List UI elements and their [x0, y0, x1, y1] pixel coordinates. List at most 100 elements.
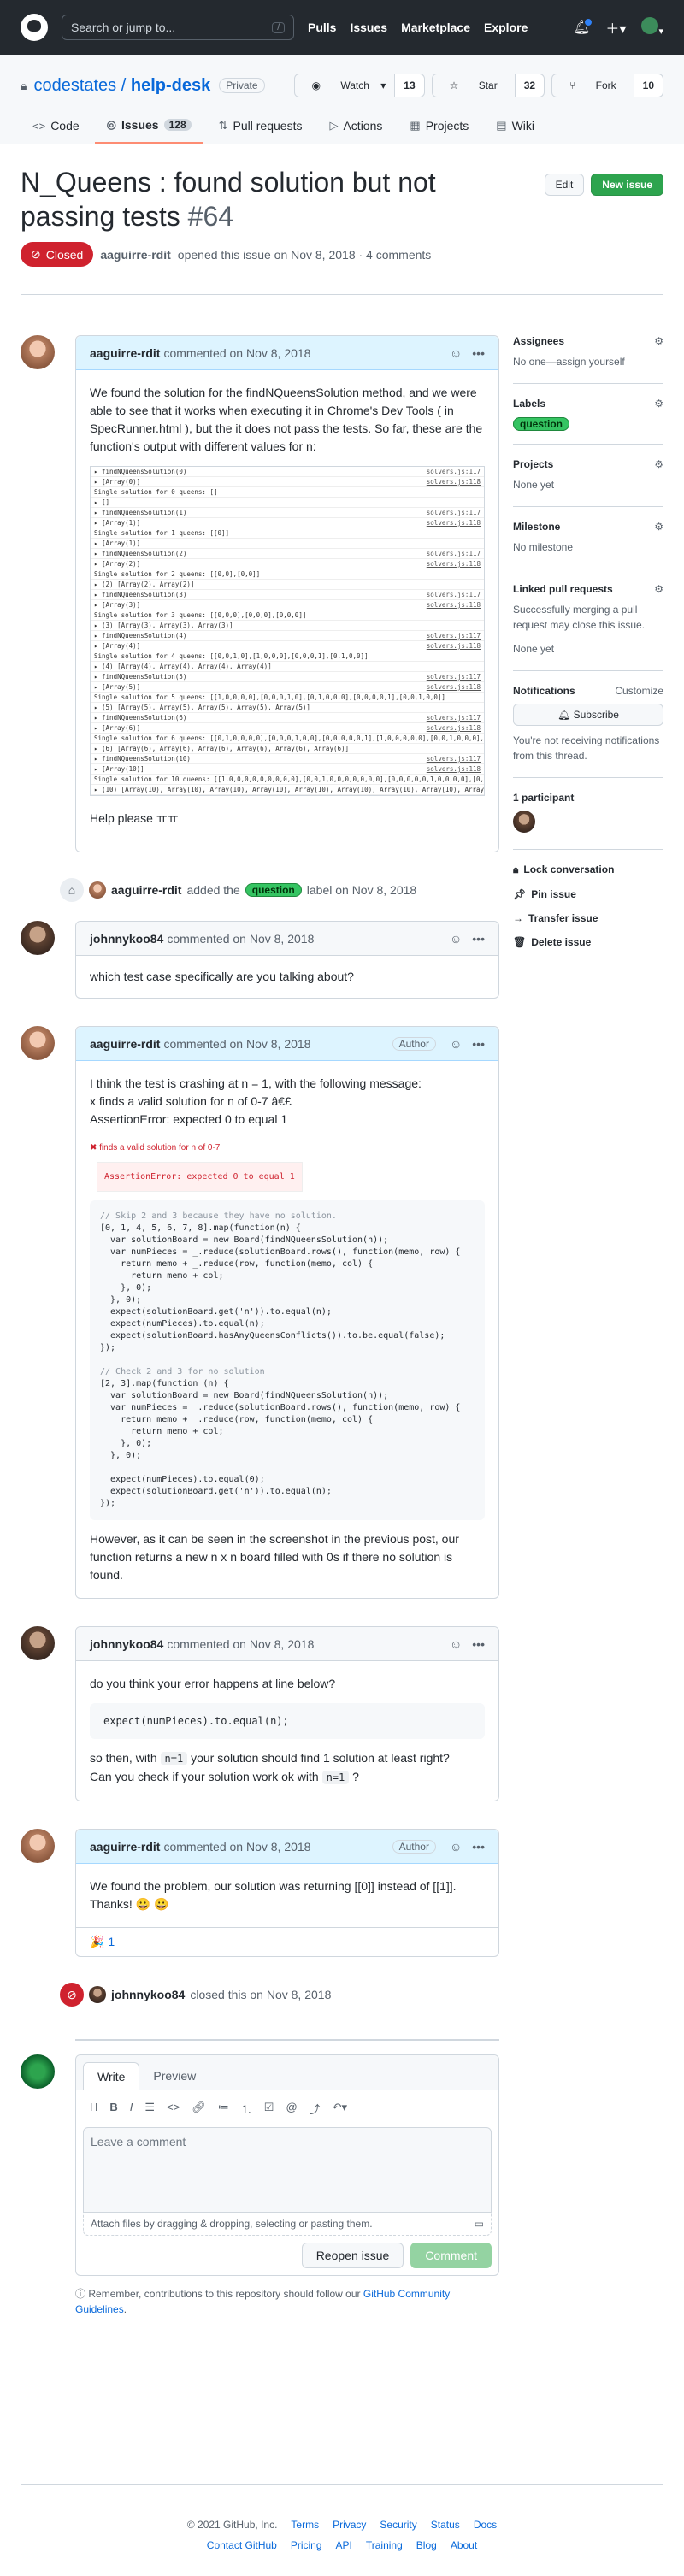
console-source-link[interactable]: solvers.js:118: [427, 641, 481, 651]
gear-icon[interactable]: ⚙: [654, 458, 663, 470]
subscribe-button[interactable]: 🔔︎ Subscribe: [513, 704, 663, 726]
console-source-link[interactable]: solvers.js:117: [427, 549, 481, 558]
avatar[interactable]: [89, 881, 106, 899]
gear-icon[interactable]: ⚙: [654, 398, 663, 410]
console-source-link[interactable]: solvers.js:117: [427, 590, 481, 599]
footer-link-contact[interactable]: Contact GitHub: [207, 2539, 277, 2551]
comment-author[interactable]: aaguirre-rdit: [90, 1037, 160, 1051]
fork-button[interactable]: ⑂ Fork 10: [551, 74, 663, 97]
console-source-link[interactable]: solvers.js:117: [427, 508, 481, 517]
comment-author[interactable]: aaguirre-rdit: [90, 1840, 160, 1854]
add-reaction-icon[interactable]: ☺: [450, 346, 462, 360]
console-source-link[interactable]: solvers.js:118: [427, 764, 481, 774]
console-source-link[interactable]: solvers.js:118: [427, 559, 481, 569]
console-source-link[interactable]: solvers.js:117: [427, 631, 481, 640]
watch-count[interactable]: 13: [394, 74, 424, 97]
avatar[interactable]: [21, 335, 55, 369]
footer-link-docs[interactable]: Docs: [474, 2519, 497, 2531]
label-question[interactable]: question: [245, 883, 302, 897]
add-reaction-icon[interactable]: ☺: [450, 1637, 462, 1651]
comment-author[interactable]: johnnykoo84: [90, 1637, 163, 1651]
edit-button[interactable]: Edit: [544, 174, 585, 196]
footer-link-training[interactable]: Training: [366, 2539, 403, 2551]
fork-count[interactable]: 10: [633, 74, 663, 97]
numbered-list-icon[interactable]: ⒈: [241, 2101, 252, 2117]
pin-issue-link[interactable]: 📌︎ Pin issue: [513, 888, 663, 900]
tab-write[interactable]: Write: [83, 2062, 140, 2090]
attach-files-area[interactable]: Attach files by dragging & dropping, sel…: [83, 2213, 492, 2236]
gear-icon[interactable]: ⚙: [654, 521, 663, 533]
tab-actions[interactable]: ▷ Actions: [317, 111, 394, 144]
repo-name-link[interactable]: help-desk: [131, 76, 210, 95]
nav-marketplace[interactable]: Marketplace: [401, 21, 470, 34]
avatar[interactable]: [21, 1026, 55, 1060]
delete-issue-link[interactable]: 🗑︎ Delete issue: [513, 936, 663, 948]
search-input[interactable]: Search or jump to... /: [62, 15, 294, 40]
watch-button[interactable]: ◉ Watch ▾ 13: [293, 74, 425, 97]
task-list-icon[interactable]: ☑: [264, 2101, 274, 2117]
lock-conversation-link[interactable]: 🔒︎ Lock conversation: [513, 864, 663, 876]
add-reaction-icon[interactable]: ☺: [450, 1037, 462, 1051]
comment-button[interactable]: Comment: [410, 2243, 492, 2268]
more-options-icon[interactable]: •••: [472, 1637, 485, 1651]
avatar[interactable]: [89, 1986, 106, 2003]
footer-link-pricing[interactable]: Pricing: [291, 2539, 322, 2551]
link-icon[interactable]: 🔗︎: [192, 2101, 206, 2117]
transfer-issue-link[interactable]: → Transfer issue: [513, 912, 663, 924]
tab-projects[interactable]: ▦ Projects: [398, 111, 481, 144]
footer-link-privacy[interactable]: Privacy: [333, 2519, 366, 2531]
nav-issues[interactable]: Issues: [350, 21, 387, 34]
issue-author-link[interactable]: aaguirre-rdit: [100, 248, 170, 262]
star-count[interactable]: 32: [514, 74, 545, 97]
console-source-link[interactable]: solvers.js:118: [427, 723, 481, 733]
avatar[interactable]: [21, 1626, 55, 1660]
avatar[interactable]: [513, 811, 535, 833]
console-source-link[interactable]: solvers.js:118: [427, 682, 481, 692]
gear-icon[interactable]: ⚙: [654, 583, 663, 595]
code-icon[interactable]: <>: [167, 2101, 180, 2117]
reopen-issue-button[interactable]: Reopen issue: [301, 2243, 404, 2268]
tab-preview[interactable]: Preview: [139, 2062, 209, 2090]
footer-link-api[interactable]: API: [336, 2539, 352, 2551]
console-source-link[interactable]: solvers.js:117: [427, 672, 481, 681]
reference-icon[interactable]: ⤴: [310, 2101, 321, 2117]
assignees-value[interactable]: No one—assign yourself: [513, 354, 663, 369]
create-new-plus-icon[interactable]: ＋▾: [605, 17, 626, 38]
gear-icon[interactable]: ⚙: [654, 335, 663, 347]
more-options-icon[interactable]: •••: [472, 932, 485, 946]
console-source-link[interactable]: solvers.js:118: [427, 477, 481, 486]
event-author[interactable]: aaguirre-rdit: [111, 883, 181, 897]
reaction-tada[interactable]: 🎉 1: [76, 1927, 498, 1956]
reply-icon[interactable]: ↶▾: [333, 2101, 347, 2117]
avatar[interactable]: [21, 1829, 55, 1863]
console-source-link[interactable]: solvers.js:118: [427, 600, 481, 610]
footer-link-terms[interactable]: Terms: [291, 2519, 319, 2531]
nav-explore[interactable]: Explore: [484, 21, 528, 34]
tab-pull-requests[interactable]: ⇅ Pull requests: [207, 111, 315, 144]
bullet-list-icon[interactable]: ≔: [218, 2101, 229, 2117]
console-source-link[interactable]: solvers.js:117: [427, 467, 481, 476]
tab-code[interactable]: <> Code: [21, 111, 91, 144]
tab-issues[interactable]: ◎ Issues 128: [94, 111, 203, 144]
quote-icon[interactable]: ☰: [144, 2101, 155, 2117]
new-issue-button[interactable]: New issue: [591, 174, 663, 196]
label-question[interactable]: question: [513, 417, 569, 431]
add-reaction-icon[interactable]: ☺: [450, 932, 462, 946]
avatar[interactable]: [21, 921, 55, 955]
tab-wiki[interactable]: ▤ Wiki: [484, 111, 546, 144]
footer-link-security[interactable]: Security: [380, 2519, 416, 2531]
console-source-link[interactable]: solvers.js:117: [427, 754, 481, 763]
comment-author[interactable]: aaguirre-rdit: [90, 346, 160, 360]
star-button[interactable]: ☆ Star 32: [431, 74, 545, 97]
user-menu[interactable]: ▾: [641, 16, 663, 38]
bold-icon[interactable]: B: [109, 2101, 117, 2117]
more-options-icon[interactable]: •••: [472, 1037, 485, 1051]
heading-icon[interactable]: H: [90, 2101, 97, 2117]
more-options-icon[interactable]: •••: [472, 346, 485, 360]
console-source-link[interactable]: solvers.js:118: [427, 518, 481, 528]
notifications-bell-icon[interactable]: 🔔︎: [573, 17, 594, 36]
footer-link-about[interactable]: About: [451, 2539, 477, 2551]
nav-pulls[interactable]: Pulls: [308, 21, 336, 34]
more-options-icon[interactable]: •••: [472, 1840, 485, 1854]
mention-icon[interactable]: @: [286, 2101, 297, 2117]
